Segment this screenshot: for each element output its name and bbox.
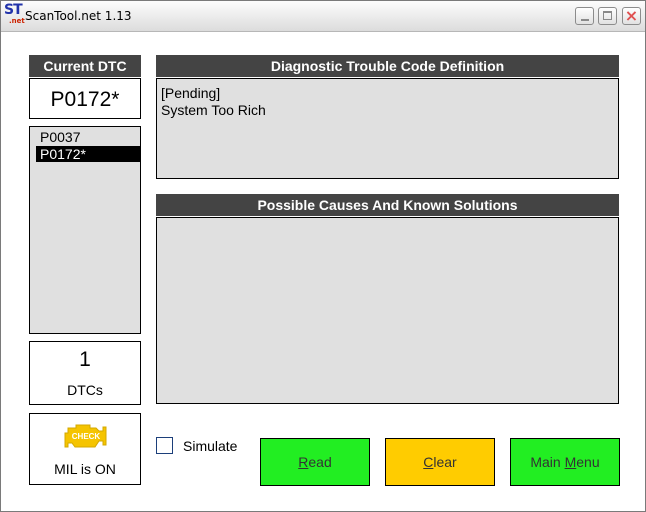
minimize-button[interactable] (575, 7, 594, 25)
mil-status-label: MIL is ON (54, 461, 116, 477)
minimize-icon (581, 19, 589, 21)
causes-text-box[interactable] (156, 217, 619, 404)
read-button[interactable]: Read (260, 438, 370, 486)
dtc-count-box: 1 DTCs (29, 341, 141, 405)
check-engine-icon: CHECK (64, 424, 107, 448)
app-icon-letters: ST (4, 2, 23, 18)
main-menu-button-pre: Main (530, 454, 565, 470)
app-icon-sub: .net (9, 17, 25, 25)
main-menu-button[interactable]: Main Menu (510, 438, 620, 486)
close-icon: × (624, 6, 639, 25)
app-icon: ST .net (4, 2, 25, 26)
main-menu-button-rest: enu (576, 454, 600, 470)
dtc-list-item-p0037[interactable]: P0037 (36, 129, 140, 145)
maximize-icon (603, 11, 612, 20)
close-button[interactable]: × (622, 7, 641, 25)
definition-status: [Pending] (161, 85, 221, 101)
maximize-button[interactable] (598, 7, 617, 25)
check-engine-text: CHECK (72, 432, 101, 441)
definition-text-box: [Pending] System Too Rich (156, 78, 619, 179)
current-dtc-header: Current DTC (29, 55, 141, 77)
dtc-count-number: 1 (79, 348, 91, 371)
definition-description: System Too Rich (161, 102, 266, 118)
dtc-list[interactable]: P0037 P0172* (29, 126, 141, 334)
clear-button[interactable]: Clear (385, 438, 495, 486)
dtc-count-label: DTCs (67, 382, 103, 398)
clear-button-key: C (423, 454, 434, 470)
scantool-window: ST .net ScanTool.net 1.13 × Current DTC … (0, 0, 646, 512)
current-dtc-value: P0172* (29, 78, 141, 119)
causes-header: Possible Causes And Known Solutions (156, 194, 619, 216)
simulate-label[interactable]: Simulate (183, 438, 237, 454)
read-button-key: R (298, 454, 309, 470)
mil-status-box: CHECK MIL is ON (29, 413, 141, 485)
dtc-list-item-p0172[interactable]: P0172* (36, 146, 140, 162)
window-title: ScanTool.net 1.13 (25, 9, 132, 23)
title-bar[interactable]: ST .net ScanTool.net 1.13 × (1, 1, 645, 32)
read-button-rest: ead (308, 454, 332, 470)
main-menu-button-key: M (564, 454, 577, 470)
definition-header: Diagnostic Trouble Code Definition (156, 55, 619, 77)
clear-button-rest: lear (433, 454, 457, 470)
simulate-checkbox[interactable] (156, 437, 173, 454)
